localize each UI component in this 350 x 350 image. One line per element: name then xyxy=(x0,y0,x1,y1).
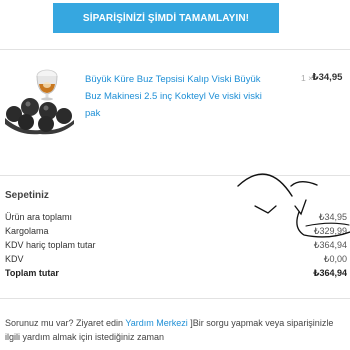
top-divider xyxy=(0,49,350,50)
summary-label: Toplam tutar xyxy=(5,268,59,278)
product-name-link[interactable]: Büyük Küre Buz Tepsisi Kalıp Viski Büyük… xyxy=(85,71,275,122)
help-text: Sorunuz mu var? Ziyaret edin Yardım Merk… xyxy=(5,316,345,344)
summary-label: KDV hariç toplam tutar xyxy=(5,240,96,250)
summary-value: ₺34,95 xyxy=(318,212,347,222)
summary-row-total-excl-vat: KDV hariç toplam tutar ₺364,94 xyxy=(5,238,349,252)
product-price: ₺34,95 xyxy=(312,72,343,83)
help-text-intro: Sorunuz mu var? Ziyaret edin xyxy=(5,318,126,328)
summary-label: Kargolama xyxy=(5,226,49,236)
ice-ball-tray-image xyxy=(5,69,74,135)
summary-divider xyxy=(0,298,350,299)
summary-label: KDV xyxy=(5,254,24,264)
cart-summary-title: Sepetiniz xyxy=(5,190,49,201)
help-center-link[interactable]: Yardım Merkezi xyxy=(125,318,187,328)
summary-row-shipping: Kargolama ₺329,99 xyxy=(5,224,349,238)
summary-value: ₺364,94 xyxy=(313,268,347,278)
summary-row-subtotal: Ürün ara toplamı ₺34,95 xyxy=(5,210,349,224)
summary-row-total: Toplam tutar ₺364,94 xyxy=(5,266,349,280)
summary-value: ₺0,00 xyxy=(323,254,347,264)
summary-row-vat: KDV ₺0,00 xyxy=(5,252,349,266)
product-divider xyxy=(0,175,350,176)
product-thumbnail[interactable] xyxy=(2,64,76,138)
summary-value: ₺364,94 xyxy=(313,240,347,250)
summary-label: Ürün ara toplamı xyxy=(5,212,73,222)
complete-order-button[interactable]: SİPARİŞİNİZİ ŞİMDİ TAMAMLAYIN! xyxy=(53,3,279,33)
summary-value: ₺329,99 xyxy=(313,226,347,236)
